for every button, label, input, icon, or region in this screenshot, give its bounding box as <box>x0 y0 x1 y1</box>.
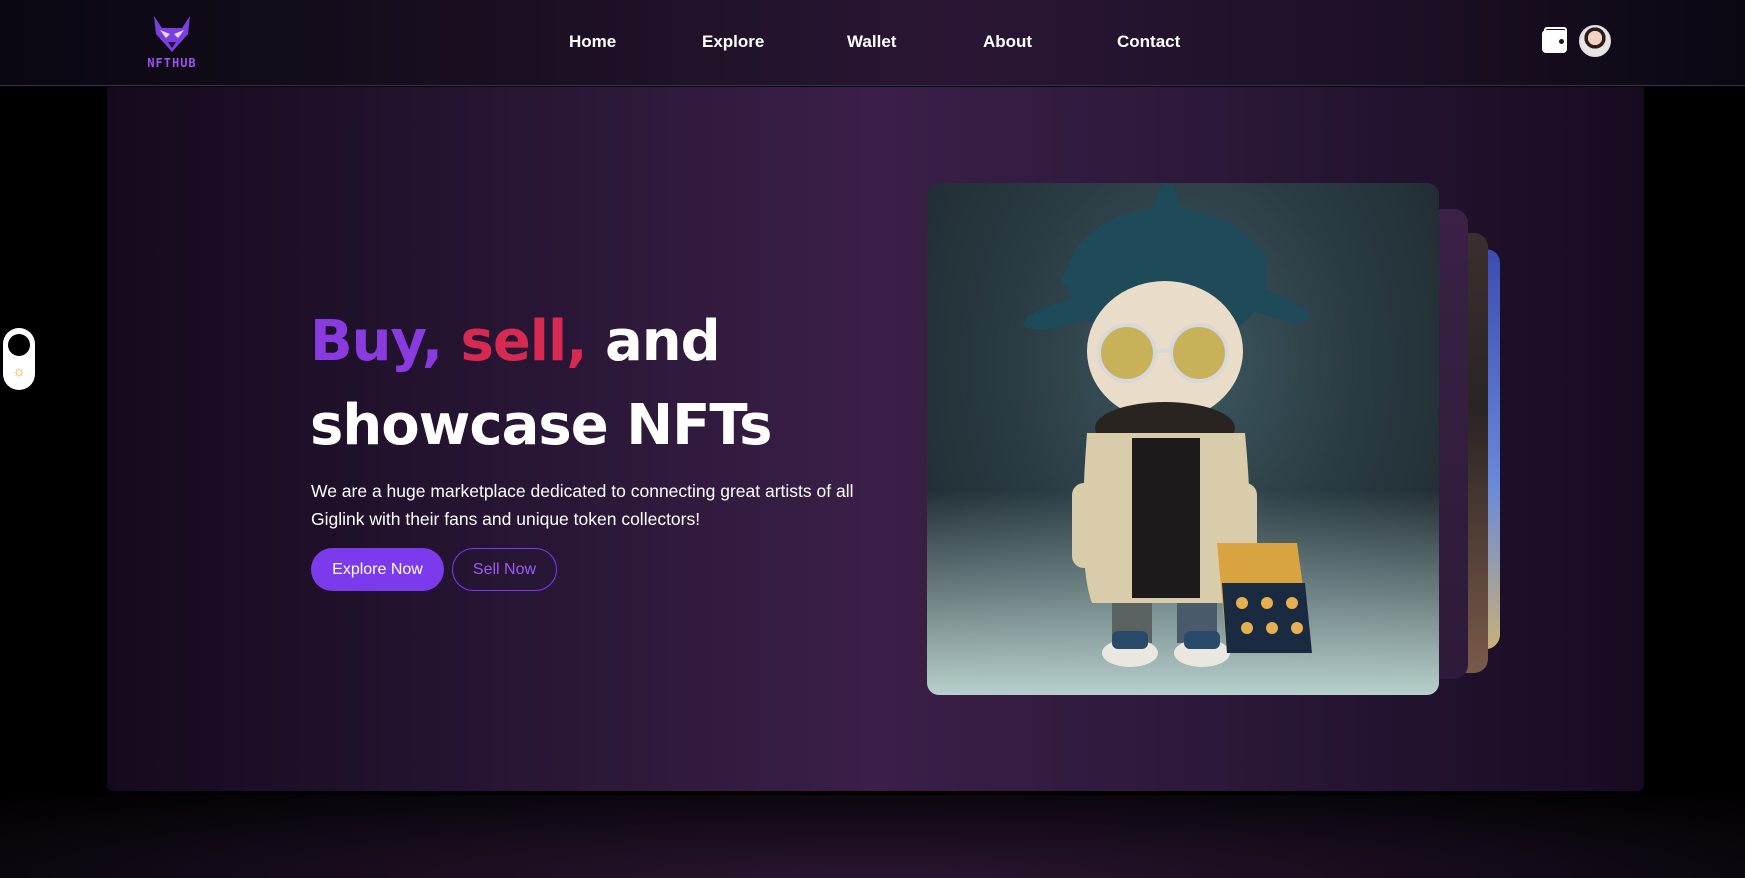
headline-line2: showcase NFTs <box>310 393 772 458</box>
headline-sell: sell, <box>460 309 587 374</box>
moon-knob <box>8 334 30 356</box>
page-footer-fade <box>0 795 1745 878</box>
top-navigation-bar: NFTHUB Home Explore Wallet About Contact <box>0 0 1745 86</box>
featured-nft-card[interactable] <box>927 183 1439 695</box>
theme-toggle[interactable]: ☼ <box>3 328 35 390</box>
hero-headline: Buy, sell, and showcase NFTs <box>310 300 870 468</box>
explore-now-button[interactable]: Explore Now <box>311 548 444 591</box>
wallet-icon[interactable] <box>1542 27 1567 53</box>
nav-contact[interactable]: Contact <box>1117 32 1180 52</box>
wallet-clasp <box>1559 39 1564 44</box>
user-avatar[interactable] <box>1579 25 1611 57</box>
nav-about[interactable]: About <box>983 32 1032 52</box>
sell-now-button[interactable]: Sell Now <box>452 548 557 591</box>
nav-home[interactable]: Home <box>569 32 616 52</box>
main-nav: Home Explore Wallet About Contact <box>0 0 1745 86</box>
headline-and: and <box>604 309 721 374</box>
nft-character-illustration <box>1023 183 1312 667</box>
headline-buy: Buy, <box>310 309 443 374</box>
nav-explore[interactable]: Explore <box>702 32 764 52</box>
sun-icon: ☼ <box>12 363 26 380</box>
nav-wallet[interactable]: Wallet <box>847 32 896 52</box>
hero-subtitle: We are a huge marketplace dedicated to c… <box>311 481 854 529</box>
